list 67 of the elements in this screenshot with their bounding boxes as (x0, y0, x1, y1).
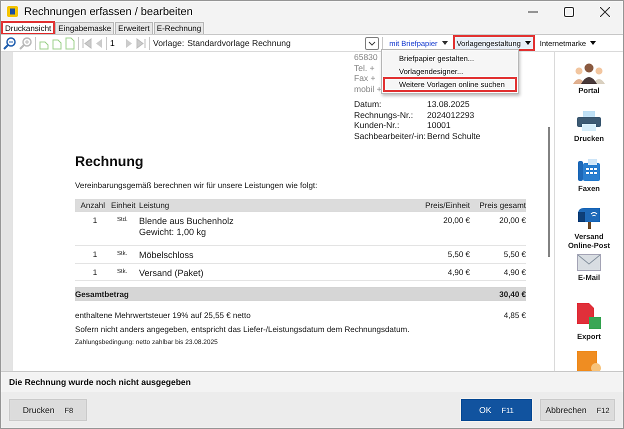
info-value: Bernd Schulte (427, 130, 482, 141)
column-header: Preis gesamt (478, 201, 526, 210)
column-header: Preis/Einheit (424, 201, 470, 210)
total-value: 30,40 € (499, 290, 526, 298)
printer-icon (576, 110, 602, 132)
table-cell-text: 5,50 € (502, 250, 526, 259)
column-header: Anzahl (80, 201, 106, 210)
fax-icon (577, 158, 601, 182)
table-cell-text: 1 (92, 216, 98, 225)
page-number-field[interactable]: 1 (110, 38, 122, 48)
table-cell-text: 4,90 € (502, 268, 526, 276)
sender-line: mobil + (354, 84, 382, 94)
info-label: Rechnungs-Nr.: (354, 110, 414, 120)
caret-icon (590, 41, 596, 45)
next-page-icon[interactable] (125, 38, 133, 48)
intro-text: Vereinbarungsgemäß berechnen wir für unsere Leistungen wie folgt: (75, 181, 318, 190)
sender-line: Fax + (354, 73, 376, 84)
info-label: Datum: (354, 99, 382, 110)
table-cell-text: 1 (92, 268, 98, 276)
mailbox-icon (576, 206, 602, 230)
zoom-out-icon[interactable] (3, 36, 16, 50)
caret-icon (442, 41, 448, 45)
last-page-icon[interactable] (136, 38, 146, 48)
people-icon (572, 62, 606, 84)
chevron-down-icon (365, 36, 380, 50)
table-cell-text: 5,50 € (446, 250, 470, 259)
delivery-note: Sofern nicht anders angegeben, entspricht das Liefer-/Leistungsdatum dem Rechnungsdatum. (75, 325, 410, 334)
window-title: Rechnungen erfassen / bearbeiten (24, 6, 194, 18)
envelope-icon (577, 254, 601, 271)
tab[interactable]: E-Rechnung (154, 22, 204, 34)
column-header: Einheit (111, 201, 136, 210)
page-icon[interactable] (65, 36, 75, 50)
vat-text: enthaltene Mehrwertsteuer 19% auf 25,55 € netto (75, 311, 251, 320)
tab[interactable]: Druckansicht (2, 22, 54, 34)
app-logo-icon (7, 6, 18, 17)
sender-line: 65830 (354, 52, 378, 62)
info-value: 13.08.2025 (427, 99, 471, 110)
info-label: Kunden-Nr.: (354, 120, 400, 130)
previous-page-icon[interactable] (95, 38, 103, 48)
caret-icon (524, 41, 531, 45)
table-cell-text: 20,00 € (498, 216, 526, 225)
sender-line: Tel. + (354, 62, 375, 73)
column-header: Leistung (139, 201, 170, 210)
table-cell-text: 4,90 € (446, 268, 470, 276)
page-icon[interactable] (52, 36, 62, 50)
invoice-title: Rechnung (75, 153, 144, 169)
first-page-icon[interactable] (82, 38, 92, 48)
table-cell-text: Blende aus Buchenholz Gewicht: 1,00 kg (139, 216, 235, 237)
tab[interactable]: Eingabemaske (55, 22, 114, 34)
tab[interactable]: Erweitert (115, 22, 153, 34)
template-label: Vorlage: (153, 38, 184, 48)
scrollbar[interactable] (544, 52, 555, 371)
total-label: Gesamtbetrag (75, 290, 129, 298)
close-icon (600, 6, 610, 16)
info-label: Sachbearbeiter/-in: (354, 130, 427, 141)
package-icon (575, 350, 603, 371)
vat-value: 4,85 € (504, 311, 526, 320)
status-message: Die Rechnung wurde noch nicht ausgegeben (9, 377, 191, 387)
info-value: 10001 (427, 120, 452, 130)
table-cell-text: Versand (Paket) (139, 268, 205, 278)
table-cell-text: 1 (92, 250, 98, 259)
pdf-xml-file-icon (576, 302, 602, 330)
info-value: 2024012293 (427, 110, 476, 120)
maximize-icon (564, 6, 574, 16)
table-cell-text: 20,00 € (442, 216, 470, 225)
template-select[interactable]: Standardvorlage Rechnung (187, 36, 380, 50)
table-cell-text: Möbelschloss (139, 250, 195, 260)
